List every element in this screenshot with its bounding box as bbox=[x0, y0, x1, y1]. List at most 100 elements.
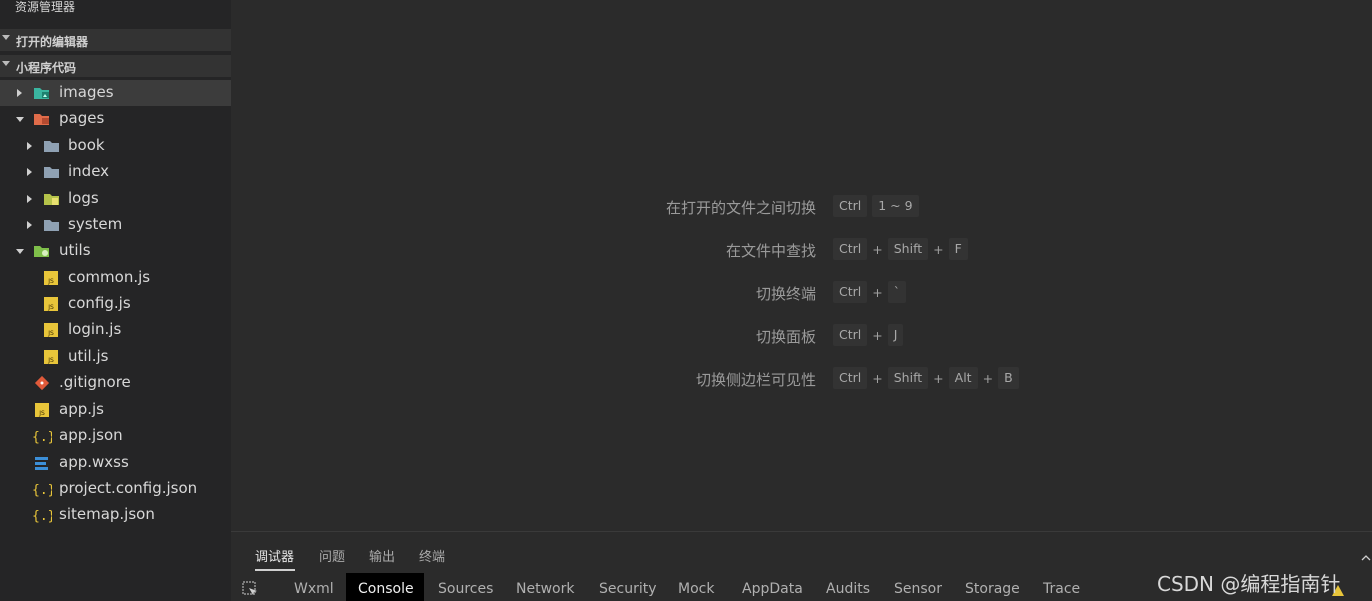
key-cap: Ctrl bbox=[833, 238, 868, 260]
key-cap: Shift bbox=[887, 238, 929, 260]
svg-text:{.}: {.} bbox=[32, 509, 52, 524]
key-cap: Ctrl bbox=[833, 367, 868, 389]
watermark: CSDN @编程指南针 bbox=[1157, 572, 1341, 596]
shortcut-keys: Ctrl + Shift + Alt + B bbox=[833, 367, 1019, 389]
tab-terminal[interactable]: 终端 bbox=[419, 546, 445, 565]
tree-item-project-config-json[interactable]: {.} project.config.json bbox=[0, 476, 231, 502]
key-cap: Alt bbox=[948, 367, 978, 389]
tab-problems[interactable]: 问题 bbox=[319, 546, 345, 565]
json-file-icon: {.} bbox=[32, 429, 52, 445]
section-open-editors[interactable]: 打开的编辑器 bbox=[0, 29, 231, 51]
json-file-icon: {.} bbox=[32, 508, 52, 524]
plus-sign: + bbox=[933, 241, 944, 257]
tree-item-pages[interactable]: pages bbox=[0, 106, 231, 132]
tree-item-label: book bbox=[68, 136, 105, 154]
tab-mock[interactable]: Mock bbox=[678, 581, 714, 597]
chevron-down-icon bbox=[16, 117, 24, 122]
tree-item-index[interactable]: index bbox=[0, 159, 231, 185]
js-file-icon: JS bbox=[44, 350, 60, 364]
tab-audits[interactable]: Audits bbox=[826, 581, 870, 597]
svg-text:JS: JS bbox=[47, 357, 54, 364]
chevron-right-icon bbox=[27, 168, 32, 176]
section-label: 小程序代码 bbox=[16, 61, 77, 75]
tree-item-config-js[interactable]: JS config.js bbox=[0, 291, 231, 317]
tree-item-images[interactable]: images bbox=[0, 80, 231, 106]
tree-item-gitignore[interactable]: .gitignore bbox=[0, 370, 231, 396]
section-label: 打开的编辑器 bbox=[16, 35, 89, 49]
shortcut-label: 切换终端 bbox=[755, 285, 816, 303]
tab-sensor[interactable]: Sensor bbox=[894, 581, 942, 597]
tree-item-label: sitemap.json bbox=[59, 505, 155, 523]
plus-sign: + bbox=[933, 370, 944, 386]
tab-trace[interactable]: Trace bbox=[1043, 581, 1080, 597]
tree-item-label: pages bbox=[59, 109, 105, 127]
tab-storage[interactable]: Storage bbox=[965, 581, 1020, 597]
tree-item-label: config.js bbox=[68, 294, 131, 312]
tree-item-app-js[interactable]: JS app.js bbox=[0, 397, 231, 423]
chevron-down-icon bbox=[16, 249, 24, 254]
plus-sign: + bbox=[872, 284, 883, 300]
tree-item-sitemap-json[interactable]: {.} sitemap.json bbox=[0, 502, 231, 528]
key-cap: Ctrl bbox=[833, 324, 868, 346]
chevron-right-icon bbox=[27, 195, 32, 203]
svg-text:JS: JS bbox=[47, 304, 54, 311]
shortcut-keys: Ctrl + Shift + F bbox=[833, 238, 968, 260]
folder-icon bbox=[43, 218, 59, 232]
key-cap: ` bbox=[887, 281, 906, 303]
shortcut-keys: Ctrl + ` bbox=[833, 281, 906, 303]
tree-item-system[interactable]: system bbox=[0, 212, 231, 238]
tree-item-app-wxss[interactable]: app.wxss bbox=[0, 450, 231, 476]
chevron-down-icon bbox=[2, 35, 10, 40]
tab-console[interactable]: Console bbox=[358, 581, 414, 597]
tree-item-utils[interactable]: utils bbox=[0, 238, 231, 264]
shortcut-label: 在打开的文件之间切换 bbox=[665, 199, 816, 217]
tree-item-app-json[interactable]: {.} app.json bbox=[0, 423, 231, 449]
tab-wxml[interactable]: Wxml bbox=[294, 581, 334, 597]
tree-item-label: util.js bbox=[68, 347, 109, 365]
shortcut-keys: Ctrl + J bbox=[833, 324, 904, 346]
tree-item-label: logs bbox=[68, 189, 99, 207]
shortcut-label: 切换侧边栏可见性 bbox=[695, 371, 816, 389]
chevron-up-icon[interactable] bbox=[1361, 546, 1371, 565]
tab-debugger[interactable]: 调试器 bbox=[255, 546, 294, 565]
section-project[interactable]: 小程序代码 bbox=[0, 55, 231, 77]
tree-item-label: utils bbox=[59, 241, 91, 259]
explorer-sidebar: 资源管理器 打开的编辑器 小程序代码 images pages book ind… bbox=[0, 0, 231, 601]
tree-item-logs[interactable]: logs bbox=[0, 186, 231, 212]
tree-item-label: project.config.json bbox=[59, 479, 198, 497]
tab-security[interactable]: Security bbox=[599, 581, 657, 597]
svg-text:{.}: {.} bbox=[32, 483, 52, 498]
key-cap: Ctrl bbox=[833, 281, 868, 303]
tree-item-label: index bbox=[68, 162, 110, 180]
tree-item-book[interactable]: book bbox=[0, 133, 231, 159]
tab-output[interactable]: 输出 bbox=[369, 546, 395, 565]
explorer-title: 资源管理器 bbox=[15, 0, 76, 14]
tree-item-login-js[interactable]: JS login.js bbox=[0, 317, 231, 343]
tree-item-label: app.wxss bbox=[59, 453, 129, 471]
plus-sign: + bbox=[872, 241, 883, 257]
tab-network[interactable]: Network bbox=[516, 581, 574, 597]
tree-item-common-js[interactable]: JS common.js bbox=[0, 265, 231, 291]
chevron-down-icon bbox=[2, 61, 10, 66]
shortcut-row: 切换终端 Ctrl + ` bbox=[600, 281, 1100, 305]
json-file-icon: {.} bbox=[32, 482, 52, 498]
tree-item-label: .gitignore bbox=[59, 373, 131, 391]
tab-appdata[interactable]: AppData bbox=[742, 581, 803, 597]
inspect-element-icon[interactable] bbox=[242, 581, 259, 601]
tree-item-label: app.js bbox=[59, 400, 104, 418]
shortcut-row: 切换面板 Ctrl + J bbox=[600, 324, 1100, 348]
key-cap: 1 ~ 9 bbox=[872, 195, 919, 217]
bottom-panel: 调试器 问题 输出 终端 Wxml Console Sources Networ… bbox=[231, 531, 1372, 601]
js-file-icon: JS bbox=[44, 323, 60, 337]
utils-folder-icon bbox=[33, 244, 49, 258]
tree-item-label: app.json bbox=[59, 426, 123, 444]
folder-icon bbox=[43, 165, 59, 179]
git-icon bbox=[34, 376, 50, 391]
chevron-right-icon bbox=[27, 142, 32, 150]
tree-item-util-js[interactable]: JS util.js bbox=[0, 344, 231, 370]
logs-folder-icon bbox=[43, 192, 59, 206]
key-cap: Ctrl bbox=[833, 195, 868, 217]
js-file-icon: JS bbox=[44, 297, 60, 311]
tab-sources[interactable]: Sources bbox=[438, 581, 493, 597]
tree-item-label: common.js bbox=[68, 268, 151, 286]
